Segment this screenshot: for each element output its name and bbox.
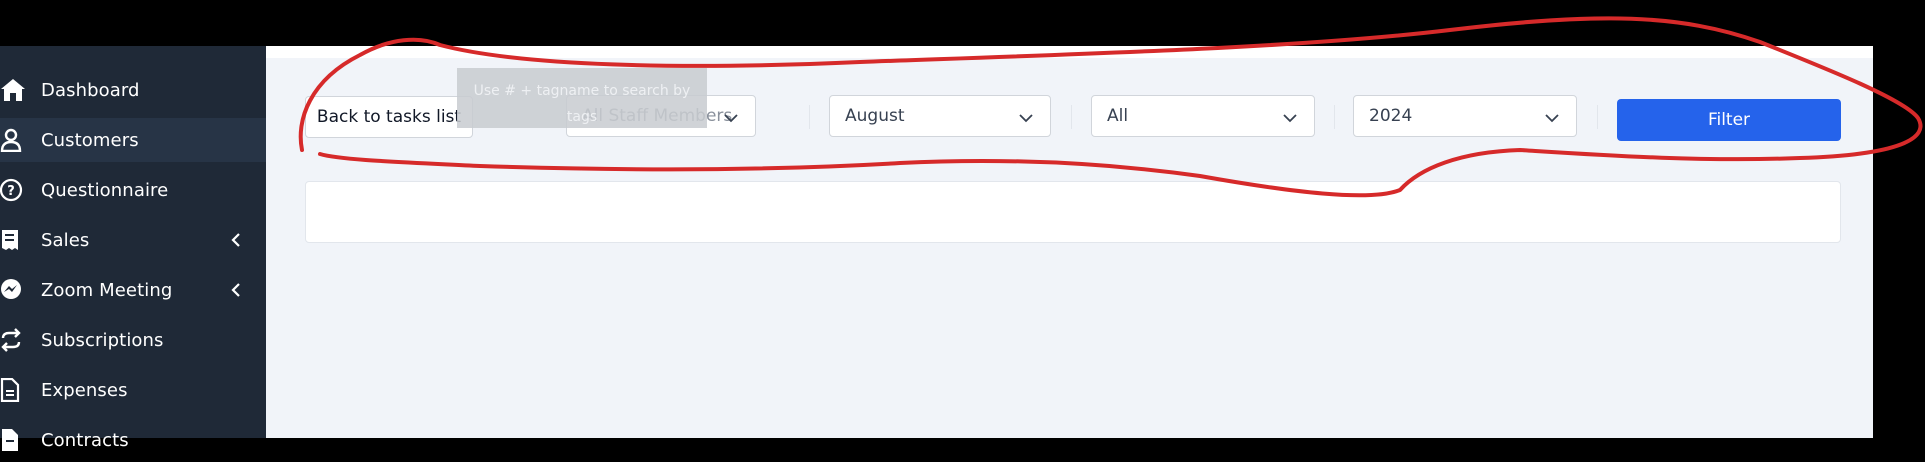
divider bbox=[1071, 105, 1072, 129]
chevron-left-icon bbox=[228, 232, 244, 248]
top-header-strip bbox=[266, 46, 1873, 58]
year-select[interactable]: 2024 bbox=[1353, 95, 1577, 137]
sidebar-item-label: Questionnaire bbox=[41, 179, 169, 201]
sidebar: Dashboard Customers ? Questionnaire Sale… bbox=[0, 46, 266, 451]
document-icon bbox=[0, 377, 26, 403]
sidebar-item-label: Sales bbox=[41, 229, 90, 251]
sidebar-item-subscriptions[interactable]: Subscriptions bbox=[0, 318, 266, 362]
home-icon bbox=[0, 77, 26, 103]
sidebar-item-label: Dashboard bbox=[41, 79, 140, 101]
chevron-down-icon bbox=[1018, 110, 1034, 126]
divider bbox=[1334, 105, 1335, 129]
back-to-tasks-button[interactable]: Back to tasks list bbox=[305, 96, 473, 138]
file-icon bbox=[0, 427, 26, 453]
sidebar-item-label: Subscriptions bbox=[41, 329, 164, 351]
sidebar-item-expenses[interactable]: Expenses bbox=[0, 368, 266, 412]
divider bbox=[809, 105, 810, 129]
sidebar-item-sales[interactable]: Sales bbox=[0, 218, 266, 262]
question-circle-icon: ? bbox=[0, 177, 26, 203]
month-select-value: August bbox=[845, 106, 905, 126]
status-select[interactable]: All bbox=[1091, 95, 1315, 137]
window-edge bbox=[1873, 46, 1925, 438]
status-select-value: All bbox=[1107, 106, 1129, 126]
sidebar-item-label: Customers bbox=[41, 129, 139, 151]
chevron-down-icon bbox=[1544, 110, 1560, 126]
sidebar-item-label: Expenses bbox=[41, 379, 128, 401]
sidebar-item-customers[interactable]: Customers bbox=[0, 118, 266, 162]
filter-button[interactable]: Filter bbox=[1617, 99, 1841, 141]
sidebar-item-dashboard[interactable]: Dashboard bbox=[0, 68, 266, 112]
search-tags-tooltip: Use # + tagname to search by tags bbox=[457, 68, 707, 128]
main-content: Back to tasks list All Staff Members Use… bbox=[266, 46, 1873, 438]
repeat-icon bbox=[0, 327, 26, 353]
month-select[interactable]: August bbox=[829, 95, 1051, 137]
sidebar-item-label: Contracts bbox=[41, 429, 129, 451]
divider bbox=[1597, 105, 1598, 129]
sidebar-item-questionnaire[interactable]: ? Questionnaire bbox=[0, 168, 266, 212]
user-icon bbox=[0, 127, 26, 153]
chevron-down-icon bbox=[1282, 110, 1298, 126]
sidebar-item-label: Zoom Meeting bbox=[41, 279, 173, 301]
tasks-panel bbox=[305, 181, 1841, 243]
sidebar-item-contracts[interactable]: Contracts bbox=[0, 418, 266, 462]
year-select-value: 2024 bbox=[1369, 106, 1413, 126]
receipt-icon bbox=[0, 227, 26, 253]
chevron-left-icon bbox=[228, 282, 244, 298]
sidebar-item-zoom-meeting[interactable]: Zoom Meeting bbox=[0, 268, 266, 312]
messenger-icon bbox=[0, 277, 26, 303]
svg-text:?: ? bbox=[7, 184, 15, 199]
chevron-down-icon bbox=[723, 110, 739, 126]
